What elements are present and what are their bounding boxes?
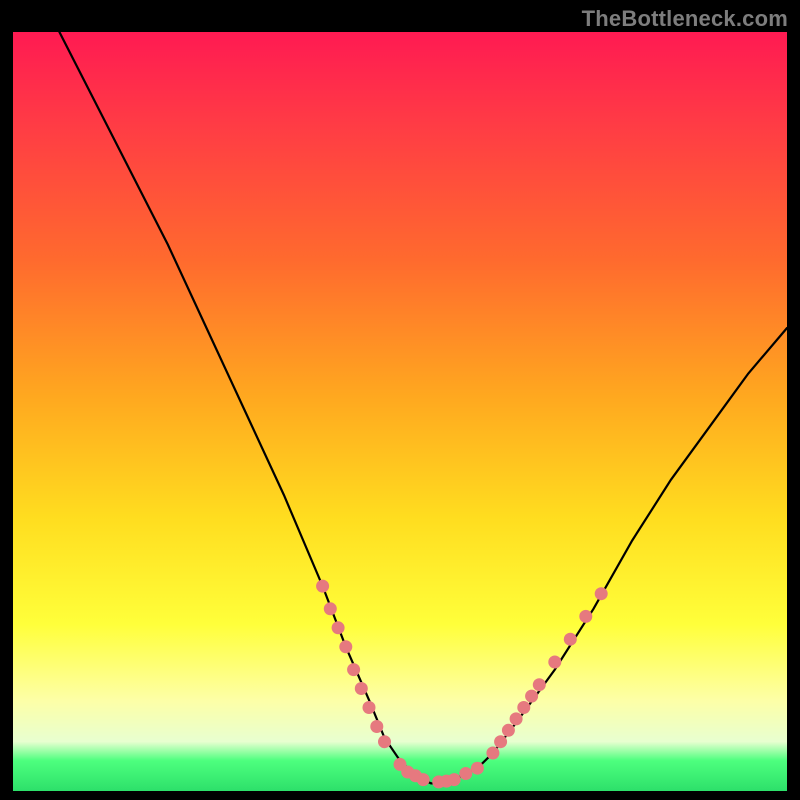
marker-dot [339, 640, 352, 653]
marker-dot [525, 690, 538, 703]
marker-dot [378, 735, 391, 748]
bottleneck-curve [59, 32, 787, 783]
marker-dot [564, 633, 577, 646]
marker-dot [486, 747, 499, 760]
marker-dot [459, 767, 472, 780]
marker-dot [510, 712, 523, 725]
plot-area [13, 32, 787, 791]
marker-dot [347, 663, 360, 676]
marker-dot [316, 580, 329, 593]
marker-dot [471, 762, 484, 775]
watermark-text: TheBottleneck.com [582, 6, 788, 32]
marker-dot [595, 587, 608, 600]
marker-dot [332, 621, 345, 634]
marker-dot [370, 720, 383, 733]
marker-dot [579, 610, 592, 623]
marker-dot [548, 656, 561, 669]
marker-dot [448, 773, 461, 786]
marker-dot [502, 724, 515, 737]
marker-dot [517, 701, 530, 714]
marker-dot [355, 682, 368, 695]
marker-layer [316, 580, 608, 789]
chart-frame: TheBottleneck.com [0, 0, 800, 800]
marker-dot [494, 735, 507, 748]
curve-svg [13, 32, 787, 791]
marker-dot [363, 701, 376, 714]
marker-dot [533, 678, 546, 691]
marker-dot [417, 773, 430, 786]
marker-dot [324, 602, 337, 615]
